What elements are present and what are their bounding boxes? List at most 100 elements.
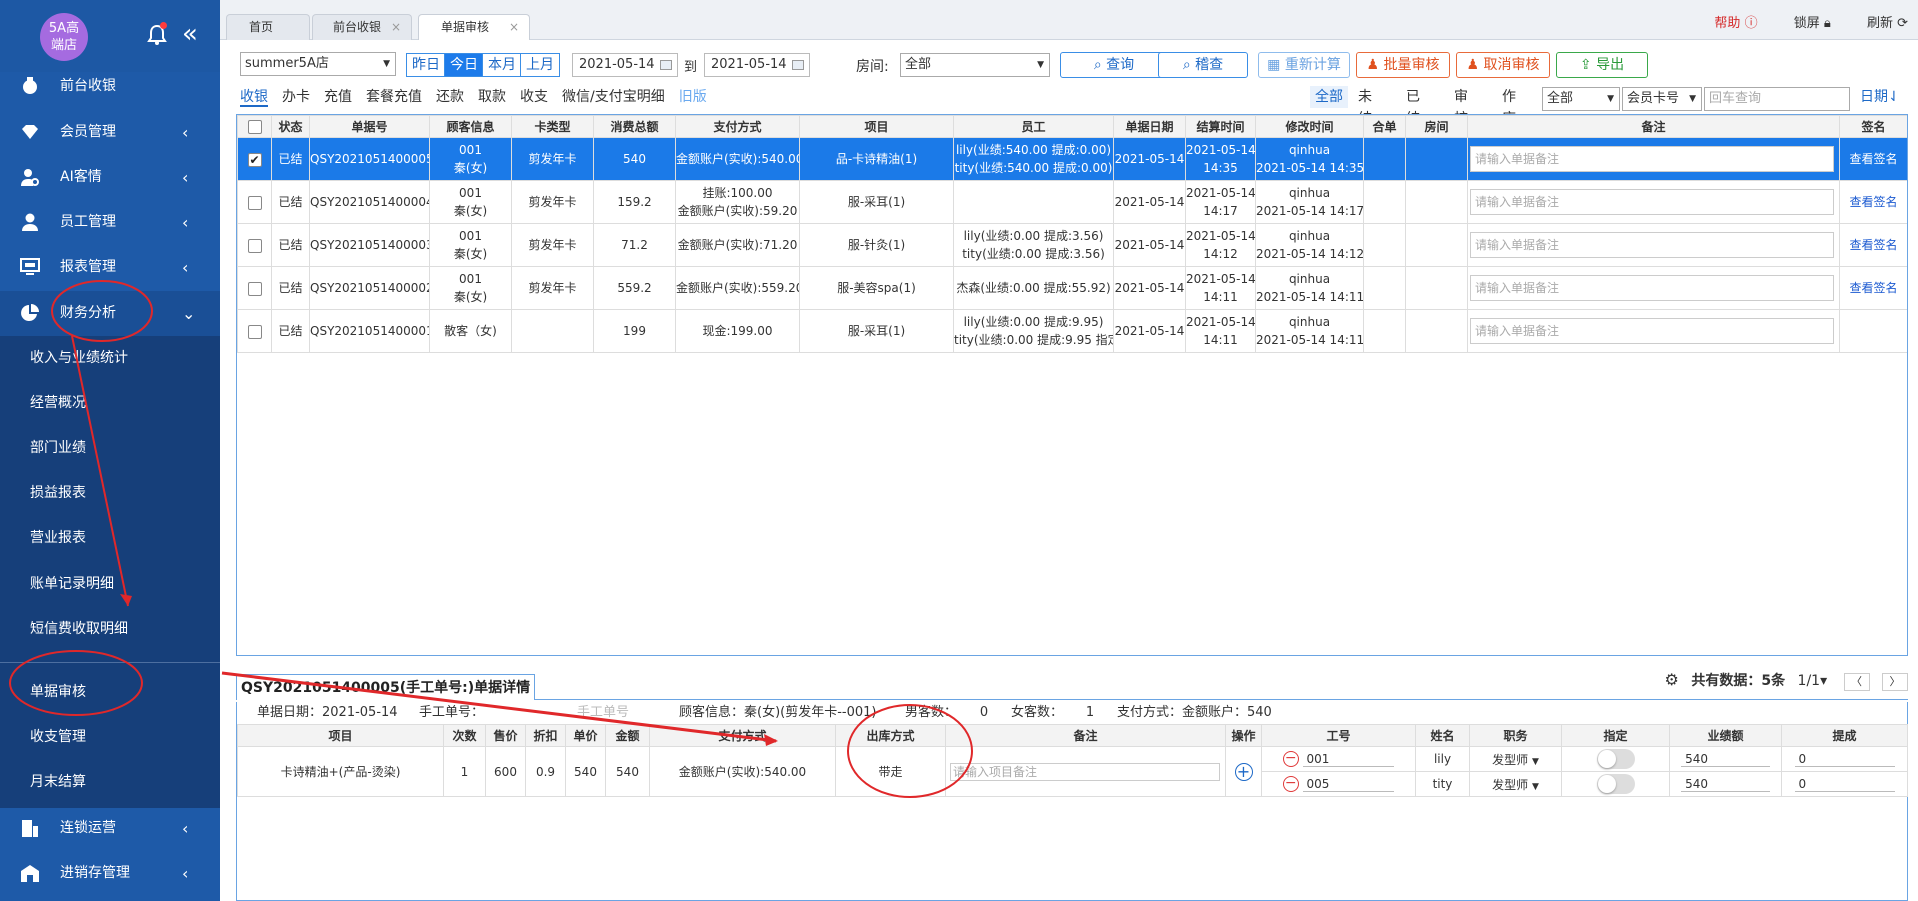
submenu-income-expense[interactable]: 收支管理 [0,715,220,760]
nav-withdraw[interactable]: 取款 [478,89,506,105]
store-select[interactable]: summer5A店 ▼ [240,52,396,76]
bill-note-input[interactable]: 请输入单据备注 [1470,146,1834,172]
room-select[interactable]: 全部 ▼ [900,53,1050,77]
submenu-sms-fee[interactable]: 短信费收取明细 [0,607,220,652]
date-from-input[interactable]: 2021-05-14 [572,53,678,77]
gear-icon[interactable]: ⚙ [1665,670,1679,689]
date-to-input[interactable]: 2021-05-14 [704,53,810,77]
query-button[interactable]: ⌕ 查询 [1060,52,1168,78]
tab-cashier[interactable]: 前台收银 × [312,14,412,40]
sidebar-item-staff[interactable]: 员工管理 ‹ [0,200,220,245]
filter-select[interactable]: 全部 ▼ [1542,87,1620,111]
nav-cashier[interactable]: 收银 [240,89,268,107]
nav-repayment[interactable]: 还款 [436,89,464,105]
sidebar-item-members[interactable]: 会员管理 ‹ [0,110,220,155]
sidebar-item-chain[interactable]: 连锁运营 ‹ [0,806,220,851]
nav-package-recharge[interactable]: 套餐充值 [366,89,422,105]
add-circle-icon[interactable]: + [1234,762,1253,781]
designated-toggle[interactable] [1596,749,1635,769]
bill-note-input[interactable]: 请输入单据备注 [1470,275,1834,301]
sidebar-item-cashier[interactable]: 前台收银 [0,64,220,109]
remove-circle-icon[interactable]: − [1282,751,1299,767]
search-icon: ⌕ [1182,57,1191,73]
batch-audit-button[interactable]: ♟ 批量审核 [1356,52,1450,78]
export-button[interactable]: ⇪ 导出 [1556,52,1648,78]
page-indicator[interactable]: 1/1▾ [1798,673,1828,689]
sidebar-item-inventory[interactable]: 进销存管理 ‹ [0,851,220,896]
view-signature-link[interactable]: 查看签名 [1849,195,1897,209]
audit-check-button[interactable]: ⌕ 稽查 [1158,52,1248,78]
submenu-business-report[interactable]: 营业报表 [0,516,220,561]
item-note-input[interactable]: 请输入项目备注 [950,762,1220,781]
designated-toggle[interactable] [1596,774,1635,794]
lock-screen-button[interactable]: 锁屏 🔒︎ [1778,16,1831,31]
checkbox[interactable] [247,119,262,134]
select-all-checkbox[interactable] [237,115,272,138]
sidebar-item-finance[interactable]: 财务分析 ⌄ [0,291,220,336]
payment-info: 支付方式：金额账户：540 [1117,705,1272,720]
bill-note-input[interactable]: 请输入单据备注 [1470,189,1834,215]
table-row[interactable]: 已结 QSY2021051400004 001 秦(女) 剪发年卡 159.2 挂账:100… [237,180,1907,224]
submenu-profit-loss[interactable]: 损益报表 [0,471,220,516]
card-number-select[interactable]: 会员卡号 ▼ [1622,87,1702,111]
nav-old-version[interactable]: 旧版 [679,89,707,105]
commission-input[interactable]: 0 [1794,752,1895,767]
row-checkbox[interactable]: ✔ [247,152,262,167]
view-signature-link[interactable]: 查看签名 [1849,238,1897,252]
filter-all[interactable]: 全部 [1310,86,1348,108]
sidebar-item-reports[interactable]: 报表管理 ‹ [0,245,220,290]
submenu-business-overview[interactable]: 经营概况 [0,381,220,426]
prev-page-button[interactable]: 〈 [1843,673,1870,691]
row-checkbox[interactable] [247,324,262,339]
detail-payment: 金额账户(实收):540.00 [649,746,836,797]
nav-income-expense[interactable]: 收支 [520,89,548,105]
performance-input[interactable]: 540 [1681,752,1770,767]
staff-no-input[interactable]: 005 [1302,777,1395,792]
manual-no-input[interactable]: 手工单号 [543,702,663,725]
tab-bill-audit[interactable]: 单据审核 × [418,14,530,40]
tab-home[interactable]: 首页 [226,14,310,40]
yesterday-button[interactable]: 昨日 [406,53,446,77]
help-link[interactable]: 帮助 ⓘ [1698,16,1757,31]
staff-no-input[interactable]: 001 [1302,752,1395,767]
row-checkbox[interactable] [247,281,262,296]
table-row[interactable]: ✔ 已结 QSY2021051400005 001 秦(女) 剪发年卡 540 金额账户(实收… [237,137,1907,181]
submenu-dept-performance[interactable]: 部门业绩 [0,426,220,471]
view-signature-link[interactable]: 查看签名 [1849,152,1897,166]
bill-note-input[interactable]: 请输入单据备注 [1470,232,1834,258]
commission-input[interactable]: 0 [1794,777,1895,792]
male-count-input[interactable]: 0 [965,702,1003,725]
role-select[interactable]: 发型师 ▼ [1469,771,1562,797]
nav-recharge[interactable]: 充值 [324,89,352,105]
submenu-income-stats[interactable]: 收入与业绩统计 [0,336,220,381]
refresh-button[interactable]: 刷新 ⟳ [1851,16,1908,31]
role-select[interactable]: 发型师 ▼ [1469,746,1562,772]
performance-input[interactable]: 540 [1681,777,1770,792]
nav-open-card[interactable]: 办卡 [282,89,310,105]
table-row[interactable]: 已结 QSY2021051400002 001 秦(女) 剪发年卡 559.2 金额账户(实… [237,266,1907,310]
close-icon[interactable]: × [391,15,401,39]
female-count-input[interactable]: 1 [1071,702,1109,725]
collapse-sidebar-icon[interactable]: « [182,21,206,49]
remove-circle-icon[interactable]: − [1282,776,1299,792]
submenu-month-end[interactable]: 月末结算 [0,760,220,805]
table-row[interactable]: 已结 QSY2021051400001 散客（女) 199 现金:199.00 服-采耳(… [237,309,1907,353]
cancel-audit-button[interactable]: ♟ 取消审核 [1456,52,1550,78]
recalculate-button[interactable]: ▦ 重新计算 [1258,52,1350,78]
view-signature-link[interactable]: 查看签名 [1849,281,1897,295]
this-month-button[interactable]: 本月 [482,53,522,77]
bill-note-input[interactable]: 请输入单据备注 [1470,318,1834,344]
date-sort-button[interactable]: 日期⇃ [1860,86,1900,108]
table-row[interactable]: 已结 QSY2021051400003 001 秦(女) 剪发年卡 71.2 金额账户(实收… [237,223,1907,267]
row-checkbox[interactable] [247,195,262,210]
last-month-button[interactable]: 上月 [520,53,560,77]
row-checkbox[interactable] [247,238,262,253]
submenu-bill-records[interactable]: 账单记录明细 [0,562,220,607]
today-button[interactable]: 今日 [444,53,484,77]
next-page-button[interactable]: 〉 [1882,673,1908,691]
submenu-bill-audit[interactable]: 单据审核 [0,670,220,715]
close-icon[interactable]: × [509,15,519,39]
sidebar-item-ai[interactable]: AI客情 ‹ [0,155,220,200]
search-input[interactable]: 回车查询 [1704,87,1850,111]
nav-wechat-alipay[interactable]: 微信/支付宝明细 [562,89,665,105]
